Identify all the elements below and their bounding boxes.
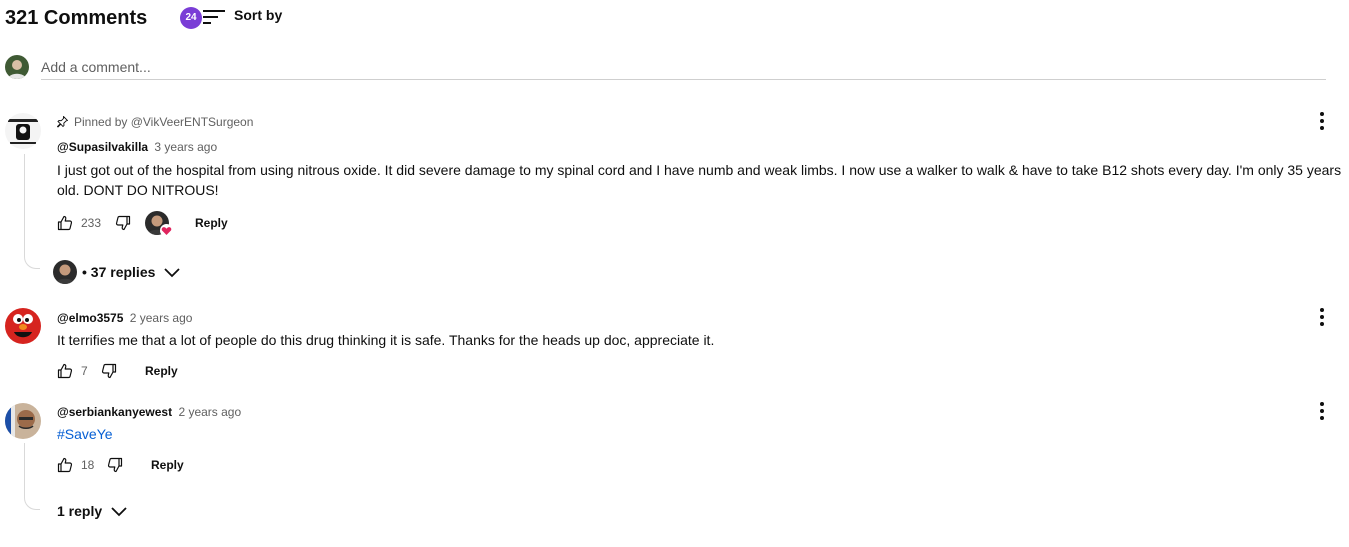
chevron-down-icon[interactable]	[110, 505, 128, 517]
like-count: 18	[81, 458, 95, 472]
more-options-icon[interactable]	[1313, 400, 1331, 422]
reply-button[interactable]: Reply	[145, 364, 178, 378]
add-comment-input[interactable]	[41, 54, 1326, 80]
avatar[interactable]	[5, 403, 41, 439]
avatar[interactable]	[5, 113, 41, 149]
creator-heart	[145, 211, 173, 237]
pinned-by-text: Pinned by @VikVeerENTSurgeon	[74, 115, 254, 129]
view-replies-button[interactable]: • 37 replies	[53, 260, 181, 284]
replies-count[interactable]: 1 reply	[57, 503, 102, 519]
pin-icon	[57, 116, 68, 128]
reply-button[interactable]: Reply	[195, 216, 228, 230]
thumbs-up-icon[interactable]	[57, 363, 73, 379]
thread-line	[24, 443, 40, 510]
thumbs-down-icon[interactable]	[115, 215, 131, 231]
like-count: 233	[81, 216, 102, 230]
more-options-icon[interactable]	[1313, 110, 1331, 132]
comment-actions: 7 Reply	[57, 359, 178, 383]
comment-count: 321 Comments	[5, 7, 148, 29]
avatar	[53, 260, 77, 284]
hashtag-link[interactable]: #SaveYe	[57, 424, 113, 444]
chevron-down-icon[interactable]	[163, 266, 181, 278]
comment-text: I just got out of the hospital from usin…	[57, 162, 1342, 198]
reply-button[interactable]: Reply	[151, 458, 184, 472]
sort-icon[interactable]	[203, 8, 225, 26]
comment-author[interactable]: @Supasilvakilla	[57, 140, 148, 154]
avatar[interactable]	[5, 308, 41, 344]
comment-time[interactable]: 3 years ago	[154, 140, 217, 154]
thumbs-down-icon[interactable]	[107, 457, 123, 473]
thumbs-up-icon[interactable]	[57, 215, 73, 231]
add-comment-row	[5, 54, 1326, 82]
view-replies-button[interactable]: 1 reply	[57, 503, 128, 519]
comment-time[interactable]: 2 years ago	[178, 405, 241, 419]
thumbs-down-icon[interactable]	[101, 363, 117, 379]
like-count: 7	[81, 364, 88, 378]
comment-author[interactable]: @serbiankanyewest	[57, 405, 172, 419]
comment-time[interactable]: 2 years ago	[130, 311, 193, 325]
badge-icon: 24	[180, 7, 202, 29]
thread-line	[24, 154, 40, 269]
comment-meta: @serbiankanyewest 2 years ago	[57, 405, 241, 419]
heart-icon	[160, 224, 173, 237]
sort-by-button[interactable]: Sort by	[234, 7, 282, 23]
comment-actions: 233 Reply	[57, 211, 228, 237]
comments-header: 321 Comments 24 Sort by	[5, 6, 605, 30]
replies-count[interactable]: • 37 replies	[82, 264, 155, 280]
pinned-label: Pinned by @VikVeerENTSurgeon	[57, 115, 253, 129]
avatar	[5, 55, 29, 79]
thumbs-up-icon[interactable]	[57, 457, 73, 473]
comment-author[interactable]: @elmo3575	[57, 311, 123, 325]
more-options-icon[interactable]	[1313, 306, 1331, 328]
comment-meta: @Supasilvakilla 3 years ago	[57, 140, 217, 154]
comment-meta: @elmo3575 2 years ago	[57, 311, 192, 325]
comment-text: It terrifies me that a lot of people do …	[57, 332, 715, 348]
comment-actions: 18 Reply	[57, 453, 184, 477]
